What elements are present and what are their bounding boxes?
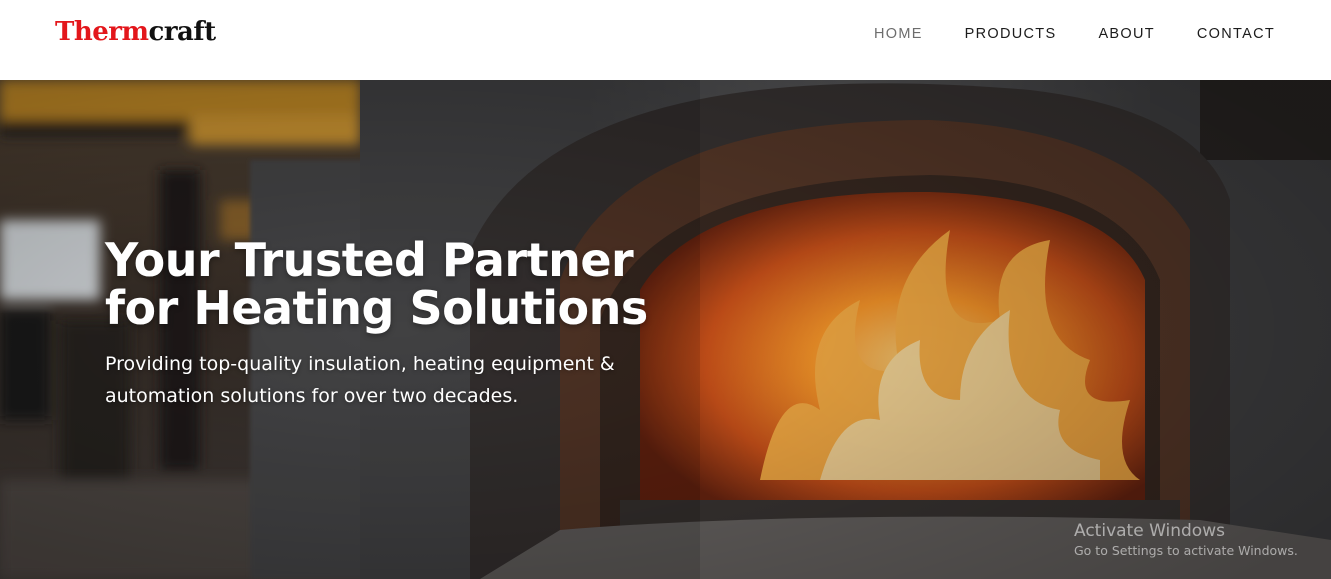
- nav-home[interactable]: HOME: [874, 25, 923, 43]
- nav-products[interactable]: PRODUCTS: [965, 25, 1057, 43]
- main-nav: HOME PRODUCTS ABOUT CONTACT: [874, 25, 1275, 43]
- hero-title-line1: Your Trusted Partner: [105, 233, 634, 287]
- hero-title-line2: for Heating Solutions: [105, 281, 648, 335]
- hero-subtitle-line1: Providing top-quality insulation, heatin…: [105, 353, 615, 375]
- hero-subtitle: Providing top-quality insulation, heatin…: [105, 348, 665, 412]
- watermark-title: Activate Windows: [1074, 521, 1225, 541]
- nav-about[interactable]: ABOUT: [1098, 25, 1154, 43]
- hero-title: Your Trusted Partner for Heating Solutio…: [105, 236, 648, 332]
- hero-section: Your Trusted Partner for Heating Solutio…: [0, 80, 1331, 579]
- logo-text-dark: craft: [148, 17, 217, 47]
- site-header: Thermcraft HOME PRODUCTS ABOUT CONTACT: [0, 0, 1331, 80]
- windows-activation-watermark: Activate Windows Go to Settings to activ…: [1074, 520, 1298, 560]
- hero-subtitle-line2: automation solutions for over two decade…: [105, 385, 519, 407]
- thermcraft-logo[interactable]: Thermcraft: [55, 17, 216, 47]
- watermark-subtitle: Go to Settings to activate Windows.: [1074, 543, 1298, 558]
- logo-text-red: Therm: [55, 17, 149, 47]
- nav-contact[interactable]: CONTACT: [1197, 25, 1275, 43]
